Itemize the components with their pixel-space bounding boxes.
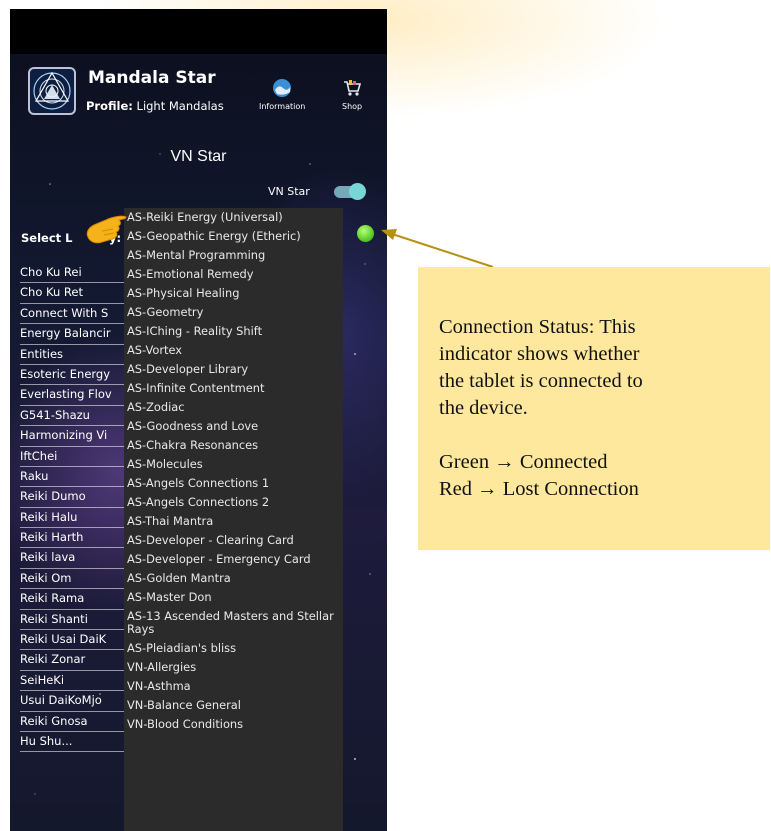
dropdown-item[interactable]: AS-Angels Connections 1 xyxy=(124,474,343,493)
vn-star-toggle-label: VN Star xyxy=(268,185,310,198)
shop-label: Shop xyxy=(342,102,363,111)
profile-label: Profile: xyxy=(86,99,133,113)
dropdown-item[interactable]: AS-Developer Library xyxy=(124,360,343,379)
phone-screen: Mandala Star Profile: Light Mandalas Inf… xyxy=(10,9,387,831)
dropdown-item[interactable]: VN-Allergies xyxy=(124,658,343,677)
toggle-knob xyxy=(349,183,366,200)
vn-star-toggle[interactable] xyxy=(334,183,366,200)
dropdown-item[interactable]: AS-Chakra Resonances xyxy=(124,436,343,455)
dropdown-item[interactable]: AS-Geometry xyxy=(124,303,343,322)
shopping-cart-icon xyxy=(342,78,362,98)
dropdown-item[interactable]: AS-Reiki Energy (Universal) xyxy=(124,208,343,227)
information-globe-icon xyxy=(272,78,292,98)
select-label-text: Select L xyxy=(21,231,73,245)
dropdown-item[interactable]: AS-Physical Healing xyxy=(124,284,343,303)
annotation-line: indicator shows whether xyxy=(439,343,640,365)
dropdown-item[interactable]: AS-Thai Mantra xyxy=(124,512,343,531)
dropdown-item[interactable]: AS-Developer - Clearing Card xyxy=(124,531,343,550)
select-library-label: Select Ly: xyxy=(21,231,121,245)
dropdown-item[interactable]: AS-Mental Programming xyxy=(124,246,343,265)
screen-title: VN Star xyxy=(170,148,227,165)
dropdown-item[interactable]: AS-Molecules xyxy=(124,455,343,474)
connection-status-annotation: Connection Status: This indicator shows … xyxy=(418,267,770,550)
annotation-line: the device. xyxy=(439,397,528,419)
annotation-red-line: Red → Lost Connection xyxy=(439,478,639,500)
dropdown-item[interactable]: AS-13 Ascended Masters and Stellar Rays xyxy=(124,607,343,639)
dropdown-item[interactable]: AS-Golden Mantra xyxy=(124,569,343,588)
annotation-line: the tablet is connected to xyxy=(439,370,643,392)
dropdown-item[interactable]: AS-Pleiadian's bliss xyxy=(124,639,343,658)
dropdown-item[interactable]: VN-Asthma xyxy=(124,677,343,696)
dropdown-item[interactable]: AS-IChing - Reality Shift xyxy=(124,322,343,341)
dropdown-item[interactable]: AS-Angels Connections 2 xyxy=(124,493,343,512)
dropdown-item[interactable]: AS-Vortex xyxy=(124,341,343,360)
shop-button[interactable]: Shop xyxy=(342,78,362,111)
information-label: Information xyxy=(259,102,306,111)
pointing-hand-icon xyxy=(82,211,128,247)
library-dropdown-menu[interactable]: AS-Reiki Energy (Universal) AS-Geopathic… xyxy=(124,208,343,831)
dropdown-item[interactable]: AS-Zodiac xyxy=(124,398,343,417)
annotation-spacer xyxy=(439,422,754,449)
status-bar xyxy=(10,9,387,54)
dropdown-item[interactable]: AS-Infinite Contentment xyxy=(124,379,343,398)
annotation-line: Connection Status: This xyxy=(439,316,636,338)
profile-line: Profile: Light Mandalas xyxy=(86,99,224,113)
dropdown-item[interactable]: VN-Balance General xyxy=(124,696,343,715)
dropdown-item[interactable]: AS-Emotional Remedy xyxy=(124,265,343,284)
information-button[interactable]: Information xyxy=(259,78,305,111)
app-area: Mandala Star Profile: Light Mandalas Inf… xyxy=(10,54,387,831)
annotation-green-line: Green → Connected xyxy=(439,451,608,473)
dropdown-item[interactable]: VN-Blood Conditions xyxy=(124,715,343,734)
dropdown-item[interactable]: AS-Developer - Emergency Card xyxy=(124,550,343,569)
dropdown-item[interactable]: AS-Master Don xyxy=(124,588,343,607)
mandala-logo-icon xyxy=(28,67,76,115)
profile-value: Light Mandalas xyxy=(136,99,224,113)
connection-status-indicator xyxy=(357,225,374,242)
app-title: Mandala Star xyxy=(88,68,216,88)
dropdown-item[interactable]: AS-Goodness and Love xyxy=(124,417,343,436)
dropdown-item[interactable]: AS-Geopathic Energy (Etheric) xyxy=(124,227,343,246)
